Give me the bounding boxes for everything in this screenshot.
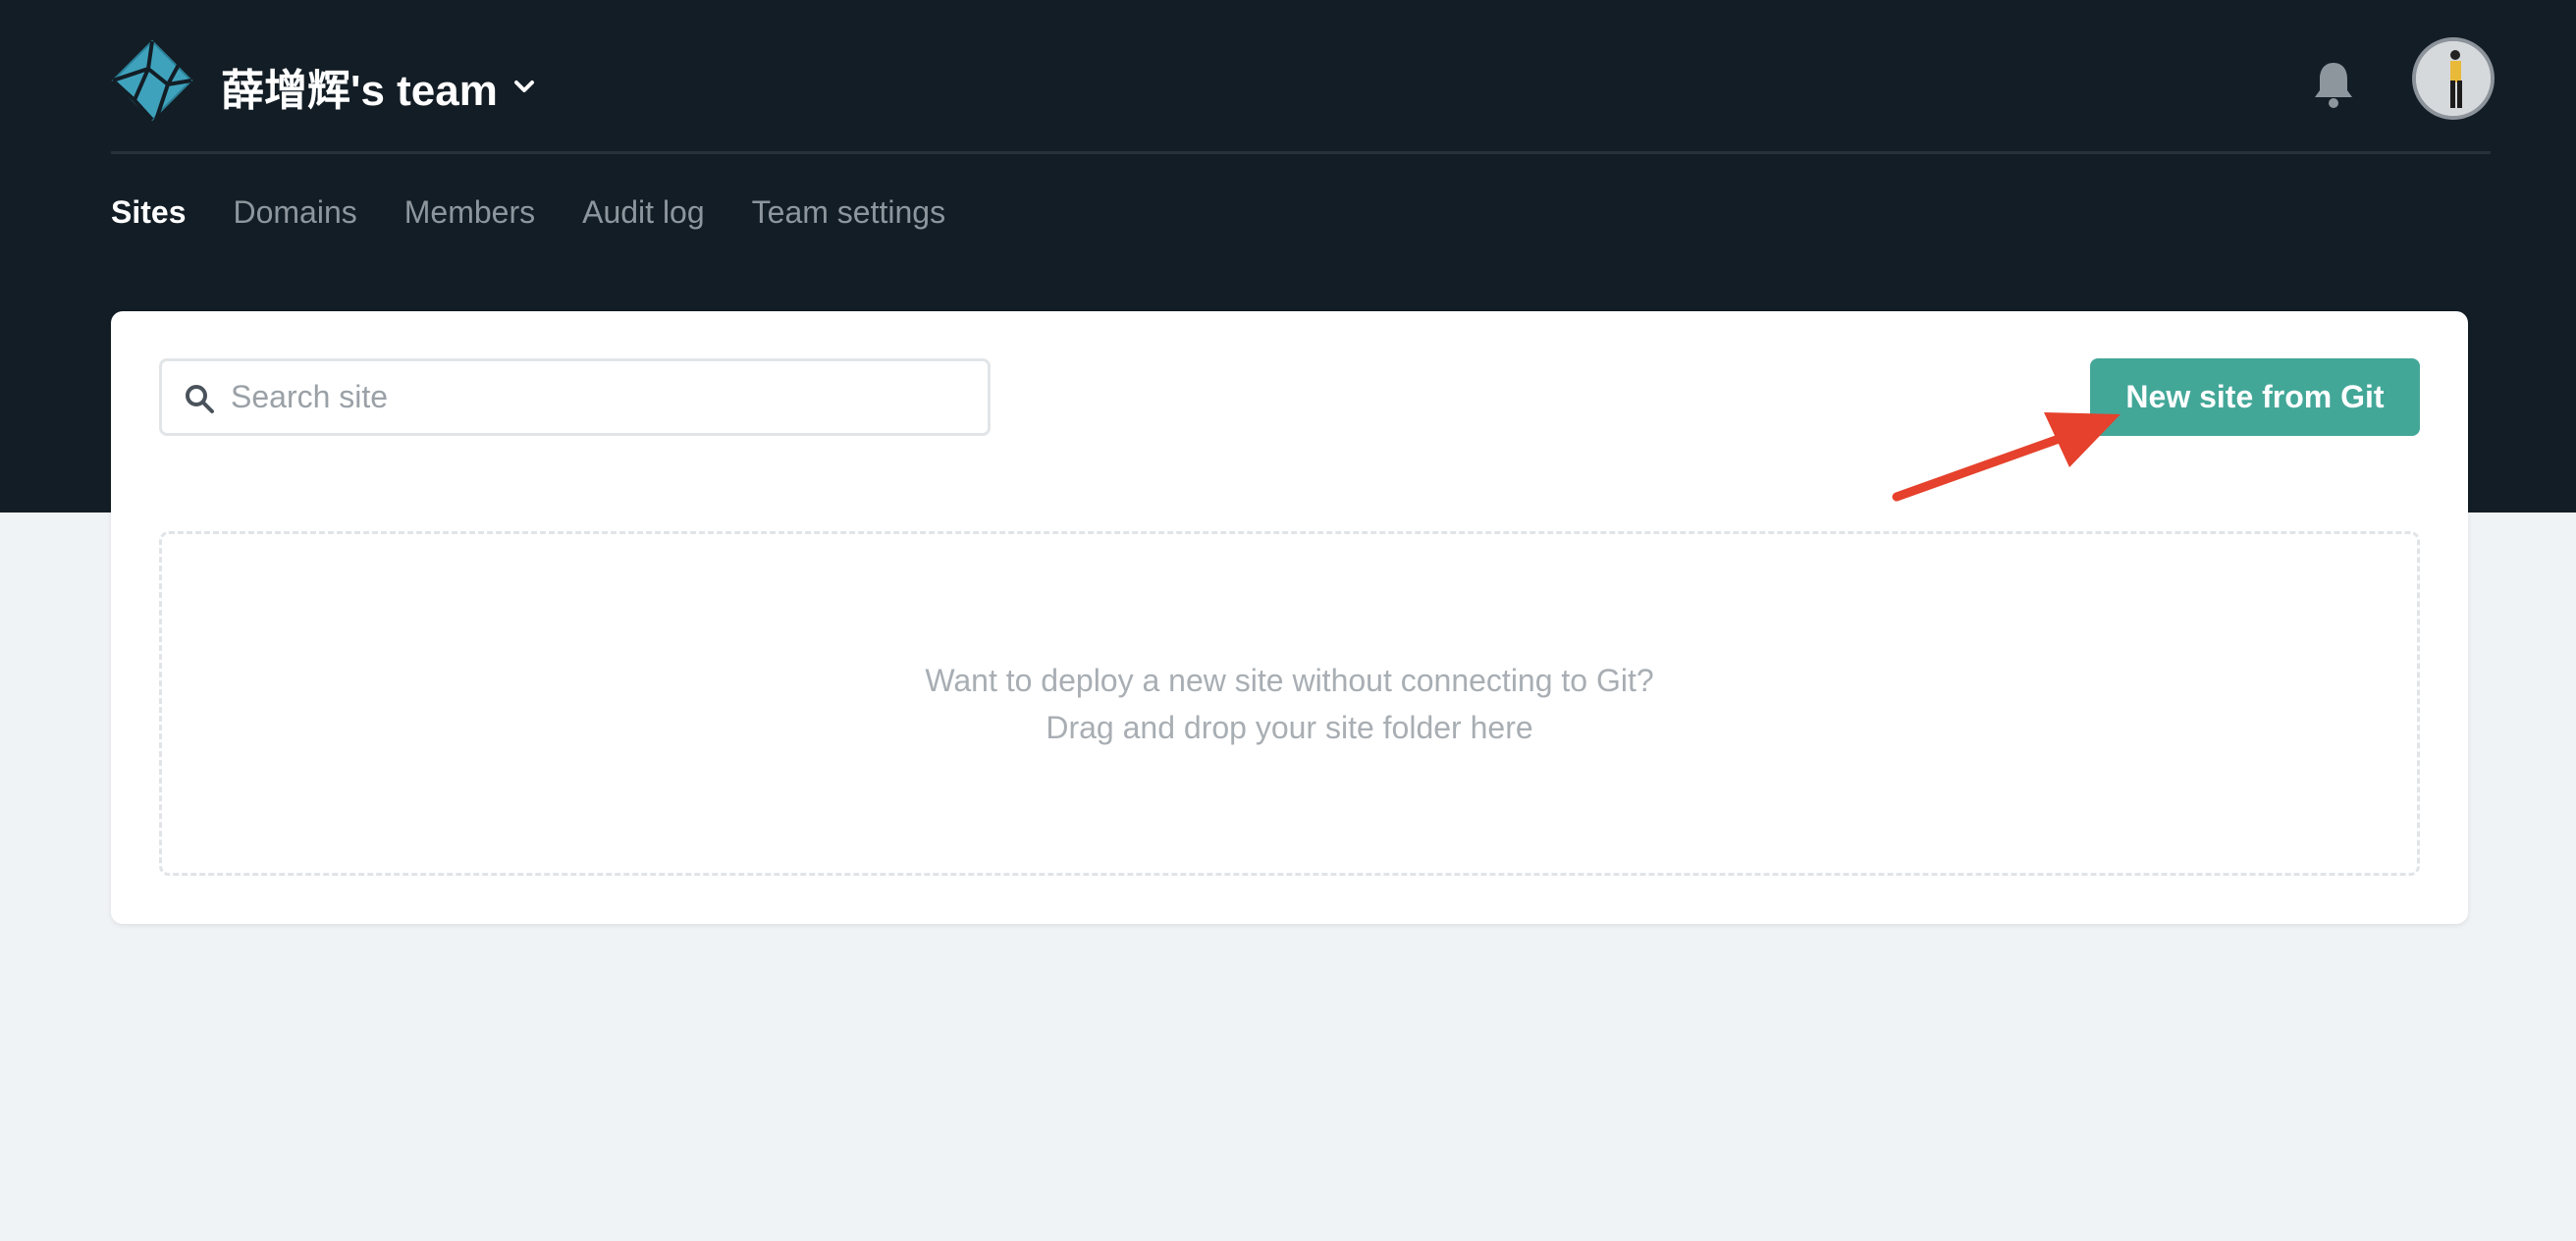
team-header: 薛增辉's team [111, 37, 2495, 151]
tab-team-settings[interactable]: Team settings [752, 194, 945, 231]
tab-members[interactable]: Members [404, 194, 535, 231]
tab-audit-log[interactable]: Audit log [582, 194, 705, 231]
tab-domains[interactable]: Domains [233, 194, 356, 231]
bell-icon[interactable] [2310, 59, 2357, 110]
header-divider [111, 151, 2491, 154]
dropzone-text-line1: Want to deploy a new site without connec… [925, 662, 1654, 698]
netlify-logo-icon[interactable] [111, 39, 193, 122]
chevron-down-icon [513, 81, 534, 92]
team-name: 薛增辉's team [221, 67, 498, 115]
avatar-figure-icon [2416, 41, 2491, 116]
team-switcher[interactable]: 薛增辉's team [221, 55, 537, 118]
search-box [159, 358, 991, 436]
drop-zone[interactable]: Want to deploy a new site without connec… [159, 531, 2420, 876]
dropzone-text-line2: Drag and drop your site folder here [1046, 709, 1533, 745]
avatar[interactable] [2412, 37, 2495, 120]
search-icon [186, 385, 214, 413]
team-nav: Sites Domains Members Audit log Team set… [111, 190, 945, 234]
tab-sites[interactable]: Sites [111, 194, 186, 231]
sites-card: New site from Git Want to deploy a new s… [111, 311, 2468, 924]
search-input[interactable] [231, 361, 977, 433]
new-site-from-git-button[interactable]: New site from Git [2090, 358, 2420, 436]
